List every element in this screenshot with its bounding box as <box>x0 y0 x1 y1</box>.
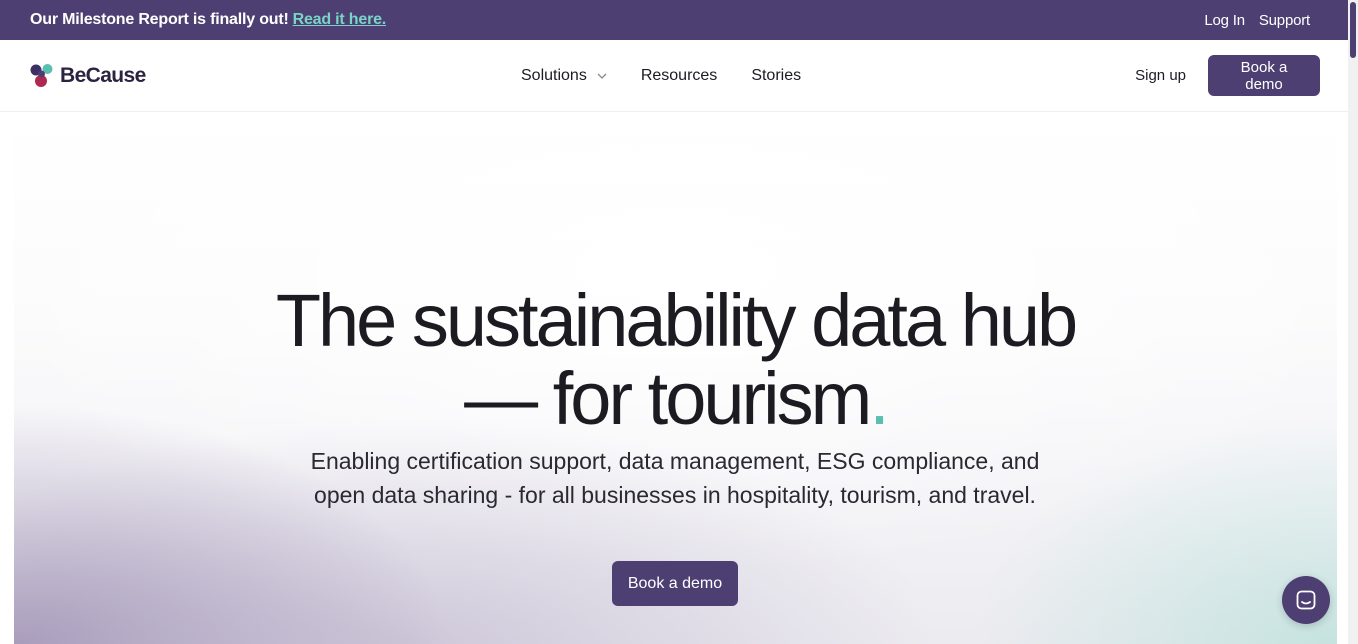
because-logo-icon <box>30 63 53 87</box>
page-scrollbar[interactable] <box>1348 0 1358 644</box>
support-link[interactable]: Support <box>1259 12 1310 29</box>
chevron-down-icon <box>597 73 607 79</box>
nav-item-stories[interactable]: Stories <box>751 67 801 85</box>
hero-subtitle: Enabling certification support, data man… <box>310 448 1040 508</box>
hero-title-line-2: — for tourism <box>464 357 872 440</box>
nav-item-label: Stories <box>751 67 802 84</box>
hero-title-line-1: The sustainability data hub <box>275 279 1078 362</box>
announcement-link[interactable]: Read it here. <box>293 11 387 28</box>
brand-name: BeCause <box>60 63 146 87</box>
nav-item-solutions[interactable]: Solutions <box>521 67 607 85</box>
hero-book-demo-button[interactable]: Book a demo <box>612 561 738 606</box>
book-demo-button[interactable]: Book a demo <box>1208 55 1320 96</box>
announcement-bar: Our Milestone Report is finally out! Read… <box>0 0 1348 40</box>
hero-section: The sustainability data hub — for touris… <box>14 112 1337 644</box>
nav-item-resources[interactable]: Resources <box>641 67 717 85</box>
nav-actions: Sign up Book a demo <box>1135 55 1320 96</box>
main-navigation: BeCause Solutions Resources Stories Sign… <box>0 40 1348 112</box>
nav-item-label: Resources <box>640 67 718 84</box>
scrollbar-thumb[interactable] <box>1350 2 1356 58</box>
signup-link[interactable]: Sign up <box>1135 67 1186 84</box>
nav-menu: Solutions Resources Stories <box>521 40 801 112</box>
chat-launcher-button[interactable] <box>1282 576 1330 624</box>
brand-logo[interactable]: BeCause <box>30 63 146 89</box>
hero-title-accent-dot: . <box>869 357 889 440</box>
chat-icon <box>1296 590 1316 610</box>
announcement-message: Our Milestone Report is finally out! Read… <box>30 11 386 29</box>
login-link[interactable]: Log In <box>1204 12 1245 29</box>
hero-title: The sustainability data hub — for touris… <box>14 282 1337 438</box>
utility-links: Log In Support <box>1204 12 1310 29</box>
nav-item-label: Solutions <box>521 67 587 84</box>
announcement-text: Our Milestone Report is finally out! <box>30 11 289 28</box>
